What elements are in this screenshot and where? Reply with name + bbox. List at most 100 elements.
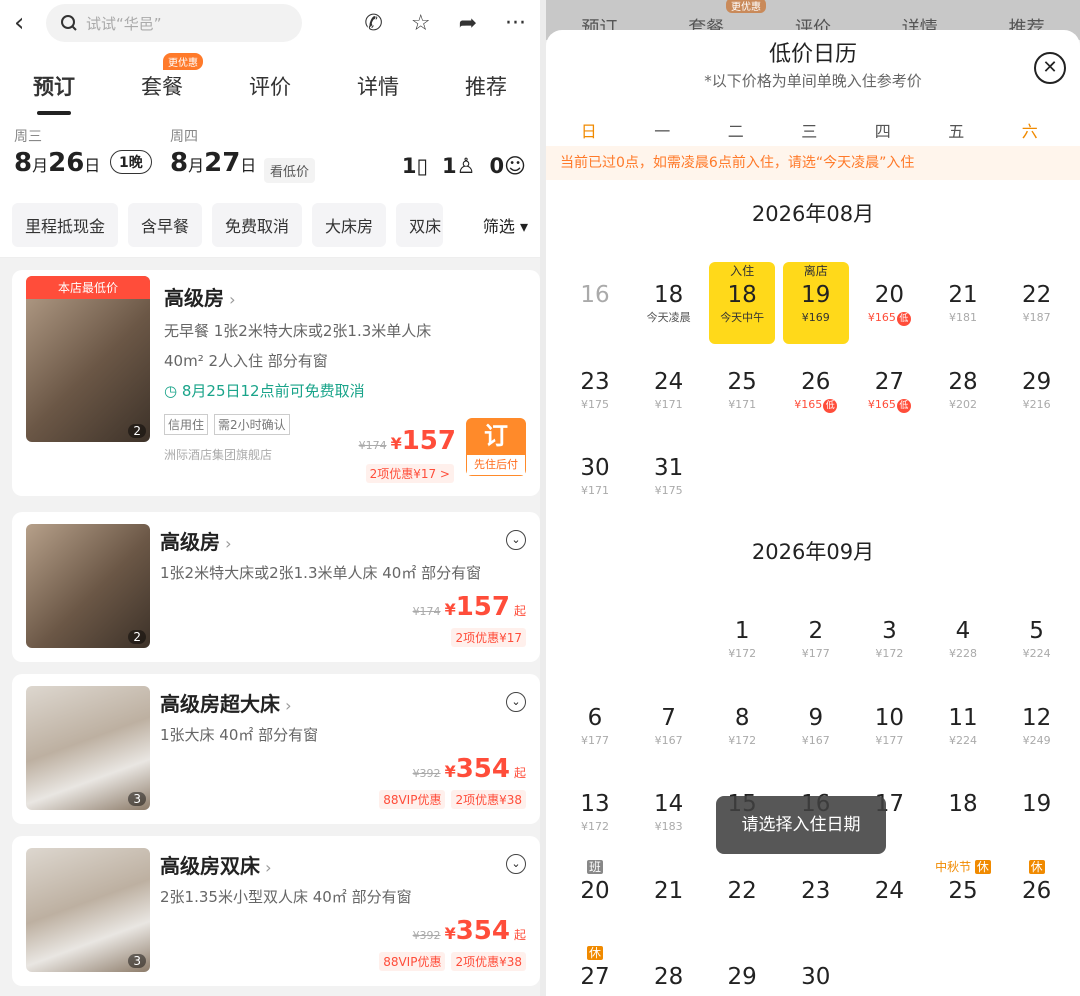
calendar-day-24[interactable]: 24 ¥171 xyxy=(636,349,702,431)
calendar-day-20[interactable]: 20 ¥165 xyxy=(856,262,922,344)
close-icon[interactable]: ✕ xyxy=(1034,52,1066,84)
calendar-day-12[interactable]: 12 ¥249 xyxy=(1004,685,1070,767)
room-card[interactable]: 3 高级房超大床 › ⌄ 1张大床 40㎡ 部分有窗 ¥392 ¥354 起 8… xyxy=(12,674,540,824)
checkout-date[interactable]: 8 月 27 日 xyxy=(170,148,256,178)
tab-reviews[interactable]: 评价 xyxy=(249,71,291,101)
discount-info[interactable]: 88VIP优惠 2项优惠¥38 xyxy=(379,790,526,809)
calendar-day-31[interactable]: 31 ¥175 xyxy=(636,435,702,517)
late-night-notice: 当前已过0点，如需凌晨6点前入住，请选“今天凌晨”入住 xyxy=(546,146,1080,180)
calendar-day-18[interactable]: 18 xyxy=(930,771,996,853)
adult-count: 1♙ xyxy=(442,154,476,178)
filter-breakfast[interactable]: 含早餐 xyxy=(128,202,203,247)
checkin-date[interactable]: 8 月 26 日 xyxy=(14,148,100,178)
filter-king-bed[interactable]: 大床房 xyxy=(312,202,387,247)
tab-details[interactable]: 详情 xyxy=(357,71,399,101)
discount-info[interactable]: 2项优惠¥17 xyxy=(451,628,526,647)
calendar-day-22[interactable]: 22 ¥187 xyxy=(1004,262,1070,344)
calendar-day-11[interactable]: 11 ¥224 xyxy=(930,685,996,767)
low-price-tag[interactable]: 看低价 xyxy=(264,158,316,183)
calendar-day-18[interactable]: 入住 18 今天中午 xyxy=(709,262,776,344)
calendar-subtitle: *以下价格为单间单晚入住参考价 xyxy=(704,72,922,90)
calendar-day-3[interactable]: 3 ¥172 xyxy=(856,598,922,680)
tab-package[interactable]: 套餐 更优惠 xyxy=(141,53,203,101)
room-count: 1▯ xyxy=(401,154,429,178)
calendar-title: 低价日历 xyxy=(768,42,857,67)
room-card[interactable]: 3 高级房双床 › ⌄ 2张1.35米小型双人床 40㎡ 部分有窗 ¥392 ¥… xyxy=(12,836,540,986)
calendar-day-28[interactable]: 28 xyxy=(636,944,702,996)
photo-count: 3 xyxy=(128,792,146,806)
child-count: 0☺ xyxy=(489,154,526,178)
room-photo[interactable]: 本店最低价 2 xyxy=(26,276,150,442)
calendar-day-10[interactable]: 10 ¥177 xyxy=(856,685,922,767)
calendar-day-26[interactable]: 休 26 xyxy=(1004,858,1070,940)
calendar-day-4[interactable]: 4 ¥228 xyxy=(930,598,996,680)
room-photo[interactable]: 3 xyxy=(26,686,150,810)
star-icon[interactable]: ☆ xyxy=(411,11,431,36)
calendar-day-6[interactable]: 6 ¥177 xyxy=(562,685,628,767)
calendar-day-30[interactable]: 30 ¥171 xyxy=(562,435,628,517)
calendar-day-13[interactable]: 13 ¥172 xyxy=(562,771,628,853)
room-card[interactable]: 本店最低价 2 高级房 › 无早餐 1张2米特大床或2张1.3米单人床 40m²… xyxy=(12,270,540,496)
room-desc-1: 1张2米特大床或2张1.3米单人床 40㎡ 部分有窗 xyxy=(160,564,482,582)
calendar-day-23[interactable]: 23 xyxy=(783,858,849,940)
tag-credit: 信用住 xyxy=(164,414,209,435)
filter-free-cancel[interactable]: 免费取消 xyxy=(212,202,303,247)
calendar-day-18[interactable]: 18 今天凌晨 xyxy=(636,262,702,344)
calendar-day-20[interactable]: 班 20 xyxy=(562,858,628,940)
room-price: ¥174 ¥157 xyxy=(358,426,456,456)
tab-booking[interactable]: 预订 xyxy=(33,71,75,115)
share-icon[interactable]: ➦ xyxy=(459,11,477,36)
calendar-day-19[interactable]: 19 xyxy=(1004,771,1070,853)
book-button[interactable]: 订 先住后付 xyxy=(466,418,526,476)
phone-icon[interactable]: ✆ xyxy=(364,11,382,36)
back-icon[interactable]: ‹ xyxy=(14,8,46,38)
calendar-day-7[interactable]: 7 ¥167 xyxy=(636,685,702,767)
date-selector[interactable]: 周三 8 月 26 日 1晚 周四 8 月 27 日 看低价 1▯ 1♙ 0☺ xyxy=(0,116,540,192)
search-input[interactable]: 试试“华邑” xyxy=(46,4,302,42)
calendar-day-28[interactable]: 28 ¥202 xyxy=(930,349,996,431)
discount-info[interactable]: 2项优惠¥17 > xyxy=(365,464,454,483)
calendar-day-21[interactable]: 21 ¥181 xyxy=(930,262,996,344)
vendor-name: 洲际酒店集团旗舰店 xyxy=(164,448,273,462)
expand-icon[interactable]: ⌄ xyxy=(506,530,526,550)
search-placeholder: 试试“华邑” xyxy=(86,14,162,33)
room-card[interactable]: 2 高级房 › ⌄ 1张2米特大床或2张1.3米单人床 40㎡ 部分有窗 ¥17… xyxy=(12,512,540,662)
calendar-day-19[interactable]: 离店 19 ¥169 xyxy=(782,262,849,344)
calendar-day-30[interactable]: 30 xyxy=(783,944,849,996)
calendar-day-8[interactable]: 8 ¥172 xyxy=(709,685,775,767)
calendar-day-27[interactable]: 27 ¥165 xyxy=(856,349,922,431)
filter-mileage[interactable]: 里程抵现金 xyxy=(12,202,119,247)
calendar-day-29[interactable]: 29 ¥216 xyxy=(1004,349,1070,431)
calendar-day-2[interactable]: 2 ¥177 xyxy=(783,598,849,680)
calendar-day-1[interactable]: 1 ¥172 xyxy=(709,598,775,680)
calendar-day-5[interactable]: 5 ¥224 xyxy=(1004,598,1070,680)
filter-twin-bed[interactable]: 双床 xyxy=(396,202,444,247)
calendar-day-29[interactable]: 29 xyxy=(709,944,775,996)
calendar-day-21[interactable]: 21 xyxy=(636,858,702,940)
filter-select[interactable]: 筛选 ▾ xyxy=(483,213,528,237)
toast-message: 请选择入住日期 xyxy=(716,796,886,854)
more-icon[interactable]: ··· xyxy=(505,11,526,36)
room-photo[interactable]: 3 xyxy=(26,848,150,972)
room-title: 高级房 › xyxy=(160,530,232,554)
calendar-day-14[interactable]: 14 ¥183 xyxy=(636,771,702,853)
calendar-day-22[interactable]: 22 xyxy=(709,858,775,940)
expand-icon[interactable]: ⌄ xyxy=(506,692,526,712)
search-icon xyxy=(61,15,77,31)
room-title: 高级房超大床 › xyxy=(160,692,292,716)
calendar-day-26[interactable]: 26 ¥165 xyxy=(783,349,849,431)
guest-selector[interactable]: 1▯ 1♙ 0☺ xyxy=(402,154,526,178)
expand-icon[interactable]: ⌄ xyxy=(506,854,526,874)
discount-info[interactable]: 88VIP优惠 2项优惠¥38 xyxy=(379,952,526,971)
calendar-day-27[interactable]: 休 27 xyxy=(562,944,628,996)
calendar-day-9[interactable]: 9 ¥167 xyxy=(783,685,849,767)
calendar-day-24[interactable]: 24 xyxy=(856,858,922,940)
calendar-day-23[interactable]: 23 ¥175 xyxy=(562,349,628,431)
room-desc-2: 40m² 2人入住 部分有窗 xyxy=(164,352,328,370)
calendar-day-25[interactable]: 25 ¥171 xyxy=(709,349,775,431)
nights-count: 1晚 xyxy=(110,150,152,174)
calendar-day-25[interactable]: 中秋节 休 25 xyxy=(930,858,996,940)
room-photo[interactable]: 2 xyxy=(26,524,150,648)
tag-confirm: 需2小时确认 xyxy=(214,414,290,435)
tab-recommend[interactable]: 推荐 xyxy=(465,71,507,101)
